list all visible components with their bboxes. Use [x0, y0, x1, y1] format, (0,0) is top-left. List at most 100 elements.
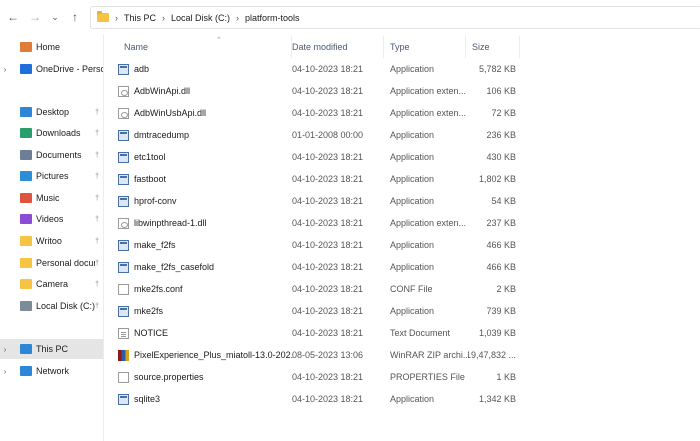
file-date: 04-10-2023 18:21	[292, 262, 364, 272]
file-name-cell: dmtracedump	[118, 124, 294, 146]
file-type: Application	[390, 240, 435, 250]
file-name-cell: PixelExperience_Plus_miatoll-13.0-202...	[118, 344, 294, 366]
sidebar-item[interactable]: › This PC	[0, 339, 103, 359]
pin-icon: †	[95, 259, 99, 267]
file-row[interactable]: etc1tool 04-10-2023 18:21 Application 430 K…	[112, 146, 522, 168]
file-row[interactable]: sqlite3 04-10-2023 18:21 Application 1,342 …	[112, 388, 522, 410]
sidebar-item[interactable]: Videos †	[0, 209, 103, 229]
chevron-right-icon[interactable]: ›	[0, 345, 10, 354]
dll-file-icon	[118, 107, 129, 119]
pin-icon: †	[95, 129, 99, 137]
sidebar-item[interactable]: Camera †	[0, 274, 103, 294]
file-row[interactable]: PixelExperience_Plus_miatoll-13.0-202...…	[112, 344, 522, 366]
breadcrumb-platform-tools[interactable]: platform-tools	[245, 13, 300, 23]
pin-icon: †	[95, 237, 99, 245]
file-icon	[118, 371, 129, 383]
file-date: 04-10-2023 18:21	[292, 394, 364, 404]
file-row[interactable]: make_f2fs_casefold 04-10-2023 18:21 Applic…	[112, 256, 522, 278]
pin-icon: †	[95, 280, 99, 288]
sidebar-item[interactable]: Desktop †	[0, 102, 103, 122]
column-header-date[interactable]: Date modified	[286, 36, 384, 58]
sidebar-item[interactable]: Documents †	[0, 145, 103, 165]
file-name-cell: make_f2fs_casefold	[118, 256, 294, 278]
file-size: 236 KB	[486, 130, 516, 140]
file-date: 04-10-2023 18:21	[292, 218, 364, 228]
file-name: make_f2fs	[134, 240, 176, 250]
file-icon	[118, 283, 129, 295]
column-header-size[interactable]: Size	[466, 36, 520, 58]
file-name-cell: NOTICE	[118, 322, 294, 344]
file-type: Text Document	[390, 328, 451, 338]
file-row[interactable]: AdbWinUsbApi.dll 04-10-2023 18:21 Applicat…	[112, 102, 522, 124]
file-row[interactable]: fastboot 04-10-2023 18:21 Application 1,802…	[112, 168, 522, 190]
application-icon	[118, 151, 129, 163]
file-size: 739 KB	[486, 306, 516, 316]
chevron-down-icon: ⌄	[51, 11, 59, 22]
breadcrumb-local-disk[interactable]: Local Disk (C:)	[171, 13, 230, 23]
application-icon	[118, 305, 129, 317]
file-size: 2 KB	[496, 284, 516, 294]
sidebar-item[interactable]: Local Disk (C:) †	[0, 296, 103, 316]
breadcrumb-separator: ›	[236, 12, 240, 23]
file-row[interactable]: NOTICE 04-10-2023 18:21 Text Document 1,039…	[112, 322, 522, 344]
file-row[interactable]: source.properties 04-10-2023 18:21 PROPERT…	[112, 366, 522, 388]
folder-icon	[97, 11, 109, 22]
recent-locations-button[interactable]: ⌄	[44, 6, 66, 28]
sidebar-item[interactable]: Home	[0, 37, 103, 57]
file-type: Application	[390, 196, 435, 206]
file-row[interactable]: make_f2fs 04-10-2023 18:21 Application 466 …	[112, 234, 522, 256]
dll-file-icon	[118, 217, 129, 229]
file-type: CONF File	[390, 284, 433, 294]
chevron-right-icon[interactable]: ›	[0, 367, 10, 376]
file-name: AdbWinApi.dll	[134, 86, 191, 96]
column-header-name[interactable]: ⌃ Name	[118, 36, 292, 58]
forward-button[interactable]: →	[24, 6, 46, 28]
winrar-archive-icon	[118, 349, 129, 361]
file-row[interactable]: mke2fs.conf 04-10-2023 18:21 CONF File 2 KB	[112, 278, 522, 300]
file-name: NOTICE	[134, 328, 169, 338]
file-name: adb	[134, 64, 150, 74]
file-name: libwinpthread-1.dll	[134, 218, 207, 228]
file-name: mke2fs.conf	[134, 284, 183, 294]
sidebar-item[interactable]: Personal docum †	[0, 253, 103, 273]
sidebar-item-label: Camera	[36, 279, 69, 289]
navigation-pane: Home › OneDrive - Person Desktop † Downloads †…	[0, 34, 103, 441]
file-date: 04-10-2023 18:21	[292, 196, 364, 206]
file-row[interactable]: adb 04-10-2023 18:21 Application 5,782 KB	[112, 58, 522, 80]
cloud-icon	[20, 64, 32, 74]
arrow-left-icon: ←	[7, 10, 19, 24]
file-size: 106 KB	[486, 86, 516, 96]
sidebar-item[interactable]: › Network	[0, 361, 103, 381]
file-type: WinRAR ZIP archi...	[390, 350, 468, 360]
sidebar-item[interactable]: Writoo †	[0, 231, 103, 251]
up-button[interactable]: ↑	[64, 6, 86, 28]
sidebar-item[interactable]: Music †	[0, 188, 103, 208]
address-bar[interactable]: › This PC › Local Disk (C:) › platform-t…	[90, 6, 700, 29]
file-row[interactable]: libwinpthread-1.dll 04-10-2023 18:21 Appli…	[112, 212, 522, 234]
file-type: Application	[390, 64, 435, 74]
file-name-cell: fastboot	[118, 168, 294, 190]
breadcrumb-this-pc[interactable]: This PC	[124, 13, 156, 23]
file-size: 1,342 KB	[478, 394, 516, 404]
file-name-cell: make_f2fs	[118, 234, 294, 256]
column-header-type-label: Type	[390, 42, 410, 52]
column-header-type[interactable]: Type	[384, 36, 466, 58]
file-row[interactable]: mke2fs 04-10-2023 18:21 Application 739 KB	[112, 300, 522, 322]
back-button[interactable]: ←	[2, 6, 24, 28]
file-size: 19,47,832 ...	[468, 350, 516, 360]
sidebar-item[interactable]: Pictures †	[0, 166, 103, 186]
chevron-right-icon[interactable]: ›	[0, 65, 10, 74]
file-row[interactable]: AdbWinApi.dll 04-10-2023 18:21 Application…	[112, 80, 522, 102]
file-date: 04-10-2023 18:21	[292, 86, 364, 96]
sidebar-item[interactable]: › OneDrive - Person	[0, 59, 103, 79]
file-row[interactable]: hprof-conv 04-10-2023 18:21 Application 54 …	[112, 190, 522, 212]
sidebar-item-label: Music	[36, 193, 60, 203]
file-type: Application	[390, 130, 435, 140]
file-date: 04-10-2023 18:21	[292, 152, 364, 162]
file-name-cell: hprof-conv	[118, 190, 294, 212]
file-date: 04-10-2023 18:21	[292, 372, 364, 382]
address-toolbar: ← → ⌄ ↑ › This PC › Local Disk (C:) › pl…	[0, 0, 700, 34]
file-row[interactable]: dmtracedump 01-01-2008 00:00 Application 23…	[112, 124, 522, 146]
sidebar-item[interactable]: Downloads †	[0, 123, 103, 143]
pin-icon: †	[95, 215, 99, 223]
